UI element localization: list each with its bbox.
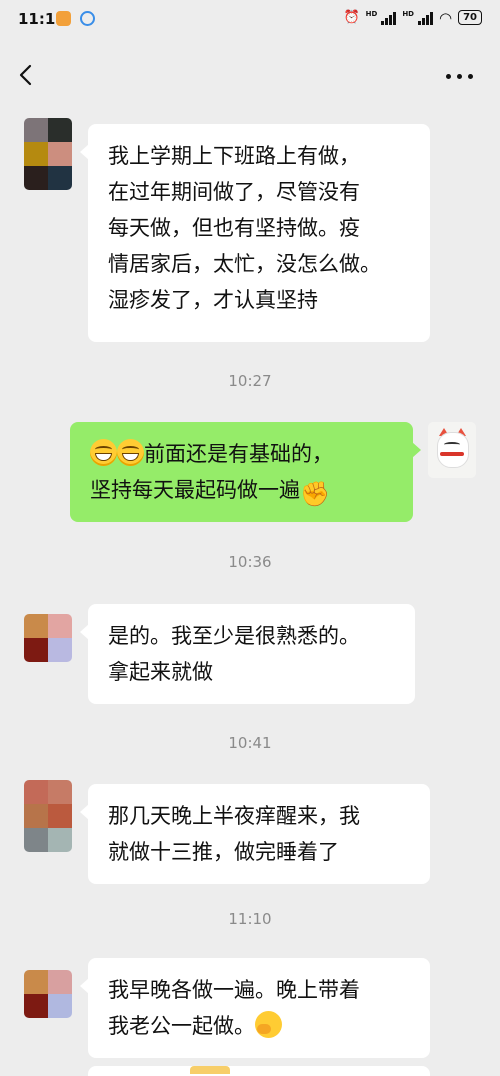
message-text: 我老公一起做。 [108, 1014, 255, 1038]
grin-emoji-icon [117, 439, 144, 466]
message-line: 每天做，但也有坚持做。疫 [108, 216, 360, 240]
grin-emoji-icon [90, 439, 117, 466]
message-text: 前面还是有基础的， [144, 442, 333, 466]
message-line: 坚持每天最起码做一遍✊ [90, 472, 393, 508]
emoji-partial-icon [190, 1066, 230, 1074]
notification-cloud-icon [80, 11, 95, 26]
battery-icon: 70 [458, 10, 482, 25]
message-line: 是的。我至少是很熟悉的。 [108, 624, 360, 648]
timestamp: 10:41 [228, 734, 272, 752]
message-line: 那几天晚上半夜痒醒来，我 [108, 804, 360, 828]
message-line: 湿疹发了，才认真坚持 [108, 288, 318, 312]
message-text: 坚持每天最起码做一遍 [90, 478, 300, 502]
status-indicators: ⏰ HD HD ◠ 70 [343, 10, 482, 25]
thinking-emoji-icon [255, 1011, 282, 1038]
chat-header [0, 44, 500, 108]
contact-avatar[interactable] [24, 970, 72, 1018]
wifi-icon: ◠ [438, 8, 453, 27]
my-avatar[interactable] [428, 422, 476, 478]
message-line: 在过年期间做了，尽管没有 [108, 180, 360, 204]
fist-emoji-icon: ✊ [300, 480, 330, 508]
status-bar: 11:11 ⏰ HD HD ◠ 70 [0, 0, 500, 44]
hd-label-2: HD [402, 10, 414, 18]
hd-label-1: HD [365, 10, 378, 18]
message-bubble-incoming[interactable]: 是的。我至少是很熟悉的。 拿起来就做 [80, 604, 415, 704]
message-line: 情居家后，太忙，没怎么做。 [108, 252, 381, 276]
message-line: 我上学期上下班路上有做， [108, 144, 360, 168]
chevron-left-icon [19, 64, 32, 86]
message-bubble-incoming[interactable]: 我早晚各做一遍。晚上带着 我老公一起做。 [80, 958, 430, 1058]
message-bubble-partial[interactable] [88, 1066, 430, 1076]
signal-icon-2 [417, 11, 433, 25]
notification-app-icon [56, 11, 71, 26]
message-bubble-outgoing[interactable]: 前面还是有基础的， 坚持每天最起码做一遍✊ [70, 422, 421, 522]
contact-avatar[interactable] [24, 118, 72, 190]
cat-face-icon [444, 442, 460, 447]
contact-avatar[interactable] [24, 780, 72, 852]
message-line: 就做十三推，做完睡着了 [108, 840, 339, 864]
contact-avatar[interactable] [24, 614, 72, 662]
message-bubble-incoming[interactable]: 我上学期上下班路上有做， 在过年期间做了，尽管没有 每天做，但也有坚持做。疫 情… [80, 124, 430, 342]
message-bubble-incoming[interactable]: 那几天晚上半夜痒醒来，我 就做十三推，做完睡着了 [80, 784, 430, 884]
more-button[interactable] [446, 66, 480, 86]
timestamp: 11:10 [228, 910, 272, 928]
back-button[interactable] [12, 60, 42, 90]
more-dot-icon [468, 73, 473, 79]
lucky-cat-icon [437, 432, 469, 468]
timestamp: 10:27 [228, 372, 272, 390]
timestamp: 10:36 [228, 553, 272, 571]
message-line: 我老公一起做。 [108, 1008, 410, 1044]
more-dot-icon [457, 73, 462, 79]
message-line: 我早晚各做一遍。晚上带着 [108, 978, 360, 1002]
more-dot-icon [446, 73, 451, 79]
cat-collar-icon [440, 452, 464, 456]
message-line: 拿起来就做 [108, 660, 213, 684]
alarm-icon: ⏰ [343, 10, 360, 25]
message-line: 前面还是有基础的， [90, 436, 393, 472]
signal-icon [381, 11, 397, 25]
